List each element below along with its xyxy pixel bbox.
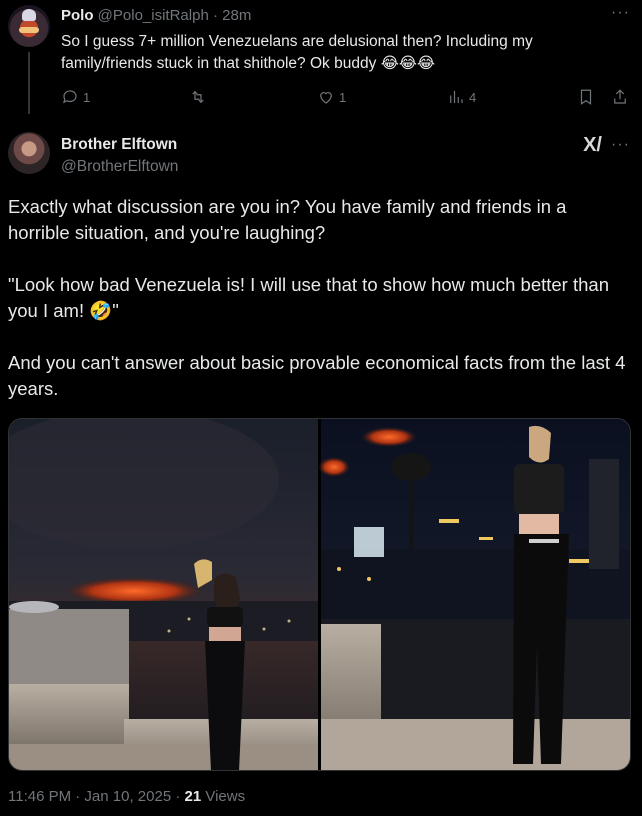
repost-icon [192,90,204,104]
like-button[interactable]: 1 [317,88,346,106]
reply-count: 1 [83,89,91,105]
tweet-footer: 11:46 PM · Jan 10, 2025 · 21 Views [8,788,245,805]
avatar[interactable] [8,132,50,174]
views-label: Views [201,788,246,805]
analytics-icon [450,91,463,103]
media-grid[interactable] [8,418,631,771]
main-tweet: Brother Elftown @BrotherElftown X/ ··· E… [0,122,642,816]
heart-icon [320,92,332,104]
display-name[interactable]: Brother Elftown [61,136,177,154]
bookmark-button[interactable] [577,88,595,106]
reply-tweet[interactable]: Polo @Polo_isitRalph · 28m ··· So I gues… [0,0,642,122]
timestamp[interactable]: 11:46 PM · Jan 10, 2025 · [8,788,185,805]
handle[interactable]: @BrotherElftown [61,158,178,176]
tweet-paragraph: Exactly what discussion are you in? You … [8,196,567,243]
avatar[interactable] [8,5,50,47]
display-name[interactable]: Polo [61,7,94,24]
thread-line [28,52,30,114]
repost-button[interactable] [189,88,207,106]
handle[interactable]: @Polo_isitRalph [98,7,209,24]
view-count: 4 [469,89,477,105]
media-images[interactable] [9,419,630,770]
reply-button[interactable]: 1 [61,88,90,106]
more-options-icon[interactable]: ··· [611,136,630,154]
avatar-eyes-shape [19,27,39,33]
bookmark-icon [580,89,592,105]
action-bar: 1 1 4 [61,88,631,108]
timestamp[interactable]: 28m [222,7,251,24]
tweet-text: Exactly what discussion are you in? You … [8,194,628,428]
share-button[interactable] [611,88,629,106]
reply-text: So I guess 7+ million Venezuelans are de… [61,33,533,72]
more-options-icon[interactable]: ··· [611,4,630,22]
reply-icon [63,90,77,104]
separator: · [212,7,218,24]
like-count: 1 [339,89,347,105]
tweet-paragraph: "Look how bad Venezuela is! I will use t… [8,274,609,321]
views-button[interactable]: 4 [447,88,476,106]
media-image-right[interactable] [318,419,630,770]
grok-icon[interactable]: X/ [583,134,602,157]
share-icon [614,89,626,104]
view-count[interactable]: 21 [185,788,202,805]
avatar-hat-shape [22,9,36,21]
reply-header: Polo @Polo_isitRalph · 28m [61,7,251,24]
tweet-paragraph: And you can't answer about basic provabl… [8,352,626,399]
media-image-left[interactable] [9,419,324,770]
